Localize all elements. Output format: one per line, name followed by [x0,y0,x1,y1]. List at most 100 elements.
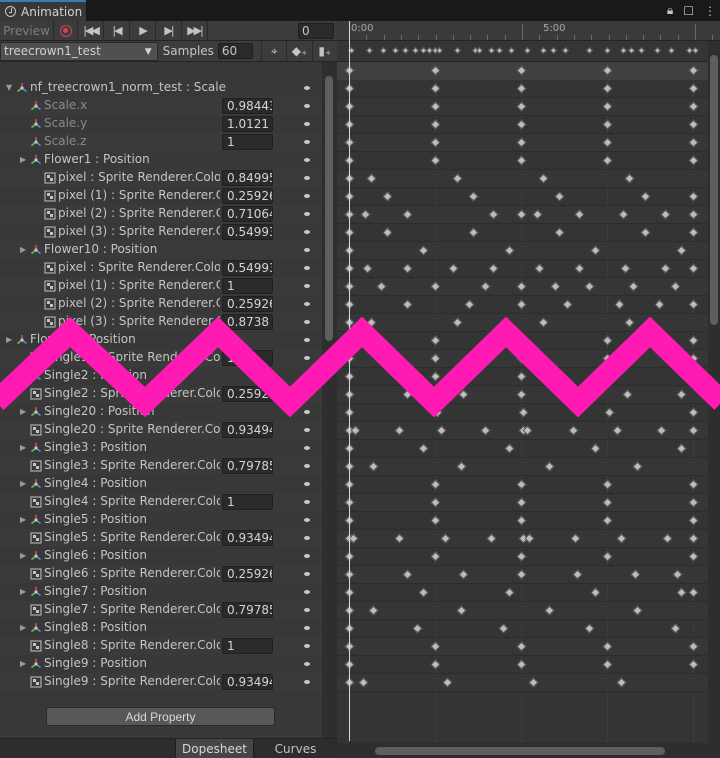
property-options-icon[interactable] [304,284,310,288]
foldout-closed-icon[interactable]: ▶ [20,245,26,254]
event-marker[interactable] [523,46,532,55]
event-marker[interactable] [507,46,516,55]
property-options-icon[interactable] [304,104,310,108]
property-options-icon[interactable] [304,338,310,342]
property-options-icon[interactable] [304,392,310,396]
event-marker[interactable] [435,46,444,55]
property-options-icon[interactable] [304,626,310,630]
foldout-open-icon[interactable]: ▼ [6,83,12,92]
property-options-icon[interactable] [304,608,310,612]
event-marker[interactable] [487,46,496,55]
event-marker[interactable] [391,46,400,55]
foldout-closed-icon[interactable]: ▶ [20,587,26,596]
event-marker[interactable] [365,46,374,55]
dopesheet-row[interactable] [337,314,708,332]
event-marker[interactable] [379,46,388,55]
dopesheet-row[interactable] [337,584,708,602]
property-row[interactable]: pixel : Sprite Renderer.Color.a 0.84995 [0,169,322,187]
property-options-icon[interactable] [304,374,310,378]
property-value-field[interactable]: 0.54993 [222,224,273,240]
property-options-icon[interactable] [304,194,310,198]
property-value-field[interactable]: 1.0121 [222,116,273,132]
property-options-icon[interactable] [304,320,310,324]
dopesheet-row[interactable] [337,440,708,458]
property-options-icon[interactable] [304,302,310,306]
previous-keyframe-button[interactable]: |◀ [104,20,130,41]
menu-icon[interactable]: ⋮ [704,4,716,18]
property-row[interactable]: Single6 : Sprite Renderer.Color.a 0.25926 [0,565,322,583]
property-row[interactable]: ▶ Flower10 : Position [0,241,322,259]
dopesheet-row[interactable] [337,620,708,638]
property-value-field[interactable]: 0.93494 [222,422,273,438]
scrollbar-thumb[interactable] [325,76,333,341]
property-value-field[interactable]: 1 [222,638,273,654]
tab-dopesheet[interactable]: Dopesheet [175,739,253,758]
property-options-icon[interactable] [304,248,310,252]
property-row[interactable]: ▶ Single7 : Position [0,583,322,601]
property-row[interactable]: ▶ Single20 : Position [0,403,322,421]
event-marker[interactable] [627,46,636,55]
record-button[interactable] [54,20,78,41]
event-row[interactable] [337,41,708,62]
property-value-field[interactable]: 0.79785 [222,458,273,474]
foldout-closed-icon[interactable]: ▶ [20,407,26,416]
foldout-closed-icon[interactable]: ▶ [20,371,26,380]
maximize-icon[interactable]: ☐ [683,4,694,18]
dopesheet-row[interactable] [337,674,708,692]
property-value-field[interactable]: 1 [222,278,273,294]
event-marker[interactable] [691,46,700,55]
property-options-icon[interactable] [304,212,310,216]
summary-keyframe[interactable] [516,65,527,76]
property-options-icon[interactable] [304,518,310,522]
property-options-icon[interactable] [304,356,310,360]
property-value-field[interactable]: 0.71064 [222,206,273,222]
property-row[interactable]: pixel (3) : Sprite Renderer.Color.a0.873… [0,313,322,331]
event-marker[interactable] [653,46,662,55]
event-marker[interactable] [549,46,558,55]
event-marker[interactable] [561,46,570,55]
property-row[interactable]: ▶ Single8 : Position [0,619,322,637]
property-row[interactable]: ▼ nf_treecrown1_norm_test : Scale [0,79,322,97]
event-marker[interactable] [619,46,628,55]
property-options-icon[interactable] [304,410,310,414]
dopesheet-row[interactable] [337,242,708,260]
foldout-closed-icon[interactable]: ▶ [20,155,26,164]
dopesheet-grid[interactable] [337,80,708,743]
property-row[interactable]: Single20 : Sprite Renderer.Color.a0.9349… [0,421,322,439]
property-row[interactable]: Single3 : Sprite Renderer.Color.a 0.79785 [0,457,322,475]
property-row[interactable]: ▶ Flower1 : Position [0,151,322,169]
lock-icon[interactable]: 🔒︎ [667,3,673,18]
property-row[interactable]: pixel (2) : Sprite Renderer.Color.a0.259… [0,295,322,313]
property-value-field[interactable]: 0.79785 [222,602,273,618]
dopesheet-row[interactable] [337,188,708,206]
event-marker[interactable] [401,46,410,55]
summary-keyframe-row[interactable] [337,62,708,80]
property-row[interactable]: ▶ Single5 : Position [0,511,322,529]
scrollbar-thumb[interactable] [710,55,718,325]
first-keyframe-button[interactable]: |◀◀ [78,20,104,41]
event-marker[interactable] [637,46,646,55]
scrollbar-thumb[interactable] [375,747,665,755]
dopesheet-row[interactable] [337,260,708,278]
property-value-field[interactable]: 0.93494 [222,674,273,690]
event-marker[interactable] [667,46,676,55]
dopesheet-row[interactable] [337,224,708,242]
foldout-closed-icon[interactable]: ▶ [20,479,26,488]
event-marker[interactable] [603,46,612,55]
play-button[interactable]: ▶ [130,20,156,41]
dopesheet-horizontal-scrollbar[interactable] [337,743,720,758]
property-row[interactable]: ▶ Single3 : Position [0,439,322,457]
property-value-field[interactable]: 1 [222,134,273,150]
property-options-icon[interactable] [304,140,310,144]
summary-keyframe[interactable] [430,65,441,76]
event-marker[interactable] [539,46,548,55]
add-keyframe-button[interactable]: ◆₊ [286,40,311,62]
property-row[interactable]: pixel (1) : Sprite Renderer.Color.a0.259… [0,187,322,205]
property-options-icon[interactable] [304,662,310,666]
dopesheet-row[interactable] [337,458,708,476]
property-options-icon[interactable] [304,266,310,270]
foldout-closed-icon[interactable]: ▶ [6,335,12,344]
add-event-button[interactable]: ▮₊ [311,40,337,62]
property-row[interactable]: Single7 : Sprite Renderer.Color.a 0.79785 [0,601,322,619]
property-row[interactable]: ▶ Single4 : Position [0,475,322,493]
